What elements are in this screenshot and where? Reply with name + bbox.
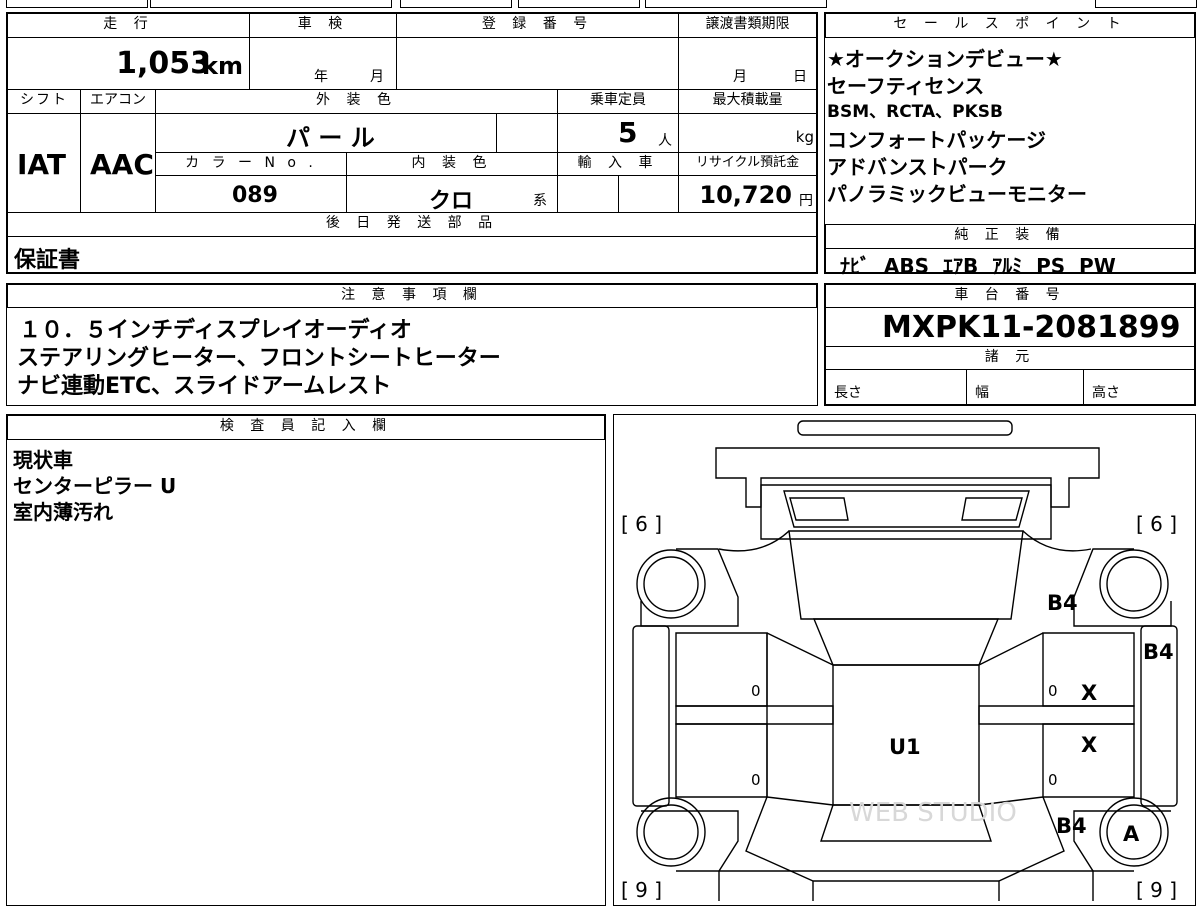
registration-header: 登 録 番 号 (396, 13, 679, 38)
exterior-color-cell: パ ー ル (155, 113, 497, 153)
later-parts-value: 保証書 (14, 248, 81, 273)
damage-mark: B4 (1056, 814, 1087, 838)
equipment-value: ﾅﾋﾞ ABS ｴｱB ｱﾙﾐ PS PW (840, 254, 1116, 278)
panel-value: 0 (1048, 682, 1058, 700)
max-load-cell: kg (678, 113, 817, 153)
tire-front-left-label: [ 6 ] (621, 512, 662, 536)
tire-rear-left-label: [ 9 ] (621, 878, 662, 902)
damage-mark: B4 (1047, 591, 1078, 615)
capacity-value: 5 (618, 116, 638, 149)
length-cell: 長さ (825, 369, 967, 405)
transfer-month-label: 月 (733, 69, 747, 85)
mileage-value: 1,053 (116, 46, 211, 81)
car-diagram: [ 6 ] [ 6 ] [ 9 ] [ 9 ] 0 0 0 0 B4 B4 X … (621, 420, 1178, 902)
import-cell-b (618, 175, 679, 213)
height-cell: 高さ (1083, 369, 1195, 405)
recycle-value: 10,720 (699, 181, 792, 209)
color-no-value: 089 (232, 183, 278, 208)
color-no-cell: 089 (155, 175, 347, 213)
sales-points-box: セ ー ル ス ポ イ ン ト ★オークションデビュー★ セーフティセンス BS… (824, 12, 1196, 278)
registration-cell (396, 37, 679, 90)
length-label: 長さ (834, 385, 862, 401)
shift-cell: IAT (7, 113, 81, 213)
later-parts-cell: 保証書 (7, 236, 817, 273)
interior-color-suffix: 系 (533, 193, 547, 209)
damage-mark: U1 (889, 735, 921, 759)
car-diagram-box: [ 6 ] [ 6 ] [ 9 ] [ 9 ] 0 0 0 0 B4 B4 X … (613, 414, 1196, 906)
sales-point-line: ★オークションデビュー★ (827, 47, 1063, 71)
width-cell: 幅 (966, 369, 1084, 405)
tire-front-right-label: [ 6 ] (1136, 512, 1177, 536)
exterior-color-extra (496, 113, 558, 153)
interior-color-header: 内 装 色 (346, 152, 558, 176)
transfer-day-label: 日 (793, 69, 807, 85)
color-no-header: カ ラ ー N o . (155, 152, 347, 176)
chassis-box: 車 台 番 号 MXPK11-2081899 諸 元 長さ 幅 高さ (824, 283, 1196, 406)
inspector-box: 検 査 員 記 入 欄 現状車 センターピラー U 室内薄汚れ (6, 414, 606, 906)
mileage-unit: km (202, 52, 243, 80)
top-remnant (0, 0, 1200, 9)
inspector-line: センターピラー U (13, 474, 177, 498)
inspection-cell: 年 月 (249, 37, 397, 90)
mileage-header: 走 行 (7, 13, 250, 38)
equipment-cell: ﾅﾋﾞ ABS ｴｱB ｱﾙﾐ PS PW (825, 248, 1195, 278)
damage-mark: X (1081, 681, 1097, 705)
interior-color-value: クロ (429, 189, 474, 214)
inspection-year-label: 年 (314, 69, 328, 85)
transfer-cell: 月 日 (678, 37, 817, 90)
ac-value: AAC (90, 148, 154, 181)
sales-point-line: BSM、RCTA、PKSB (827, 102, 1003, 122)
notes-box: 注 意 事 項 欄 １０．５インチディスプレイオーディオ ステアリングヒーター、… (6, 283, 818, 406)
capacity-cell: 5 人 (557, 113, 679, 153)
inspector-line: 室内薄汚れ (13, 500, 113, 524)
shift-value: IAT (17, 148, 67, 181)
ac-header: エアコン (80, 89, 156, 114)
damage-mark: X (1081, 733, 1097, 757)
sales-point-line: アドバンストパーク (827, 155, 1008, 179)
width-label: 幅 (975, 385, 989, 401)
max-load-header: 最大積載量 (678, 89, 817, 114)
chassis-header: 車 台 番 号 (825, 284, 1195, 308)
sales-point-line: コンフォートパッケージ (827, 128, 1046, 152)
inspection-header: 車 検 (249, 13, 397, 38)
import-cell-a (557, 175, 619, 213)
panel-value: 0 (751, 682, 761, 700)
sales-points-list: ★オークションデビュー★ セーフティセンス BSM、RCTA、PKSB コンフォ… (827, 43, 1193, 225)
sales-point-line: パノラミックビューモニター (827, 182, 1087, 206)
ac-cell: AAC (80, 113, 156, 213)
panel-value: 0 (1048, 771, 1058, 789)
panel-value: 0 (751, 771, 761, 789)
capacity-header: 乗車定員 (557, 89, 679, 114)
recycle-cell: 10,720 円 (678, 175, 817, 213)
damage-mark: B4 (1143, 640, 1174, 664)
notes-line: ナビ連動ETC、スライドアームレスト (17, 374, 392, 399)
chassis-value: MXPK11-2081899 (882, 310, 1181, 345)
notes-header: 注 意 事 項 欄 (7, 284, 817, 308)
recycle-header: リサイクル預託金 (678, 152, 817, 176)
transfer-header: 譲渡書類期限 (678, 13, 817, 38)
chassis-cell: MXPK11-2081899 (825, 307, 1195, 347)
mileage-cell: 1,053 km (7, 37, 250, 90)
capacity-unit: 人 (658, 133, 672, 149)
tire-rear-right-label: [ 9 ] (1136, 878, 1177, 902)
damage-mark: A (1123, 822, 1140, 846)
inspector-header: 検 査 員 記 入 欄 (7, 415, 605, 440)
inspection-month-label: 月 (370, 69, 384, 85)
vehicle-info-table: 走 行 車 検 登 録 番 号 譲渡書類期限 1,053 km 年 月 月 日 … (6, 12, 818, 274)
import-header: 輸 入 車 (557, 152, 679, 176)
shift-header: シフト (7, 89, 81, 114)
watermark: WEB STUDIO (849, 798, 1017, 828)
sales-point-line: セーフティセンス (827, 74, 985, 98)
inspector-line: 現状車 (13, 448, 73, 472)
sales-points-header: セ ー ル ス ポ イ ン ト (825, 13, 1195, 38)
equipment-header: 純 正 装 備 (825, 224, 1195, 249)
later-parts-header: 後 日 発 送 部 品 (7, 212, 817, 237)
height-label: 高さ (1092, 385, 1120, 401)
recycle-unit: 円 (799, 193, 813, 209)
max-load-unit: kg (795, 128, 814, 146)
specs-header: 諸 元 (825, 346, 1195, 370)
interior-color-cell: クロ 系 (346, 175, 558, 214)
exterior-color-header: 外 装 色 (155, 89, 558, 114)
exterior-color-value: パ ー ル (286, 124, 375, 152)
